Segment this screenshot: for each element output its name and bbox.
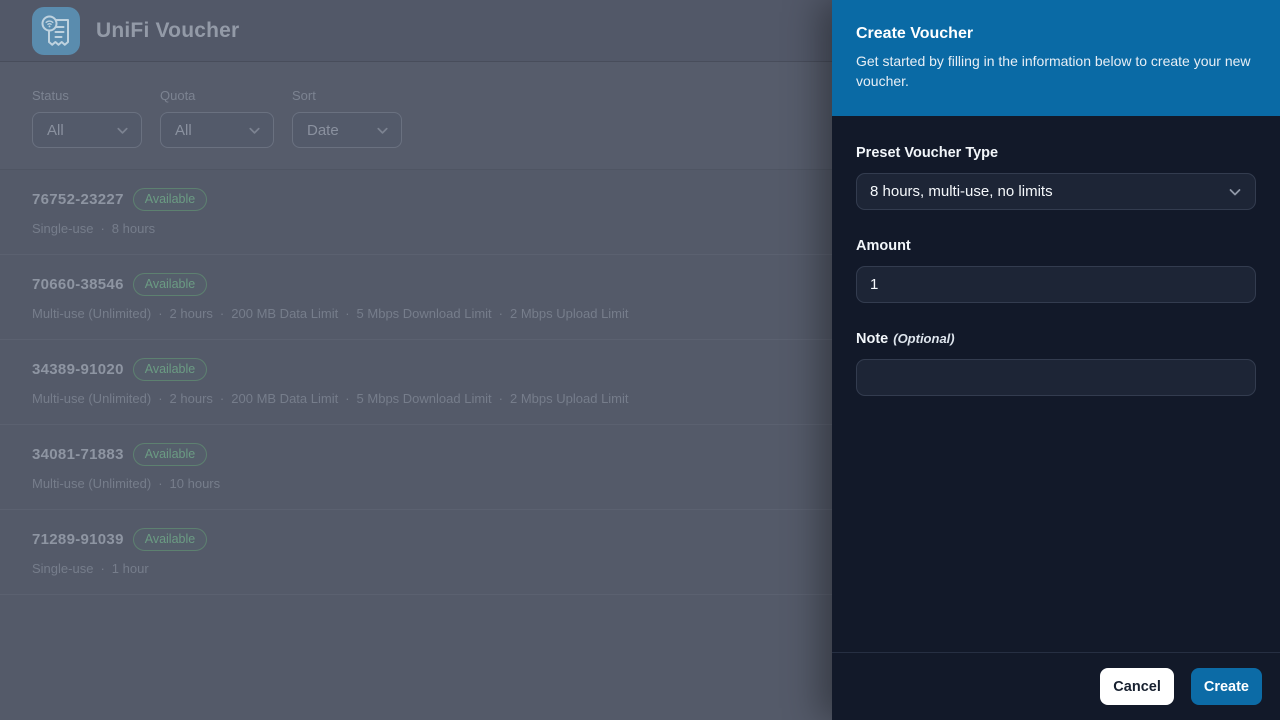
- chevron-down-icon: [1227, 184, 1243, 200]
- preset-voucher-type-select[interactable]: 8 hours, multi-use, no limits: [856, 173, 1256, 210]
- note-label: Note (Optional): [856, 331, 1256, 347]
- note-field: Note (Optional): [856, 331, 1256, 396]
- preset-field: Preset Voucher Type 8 hours, multi-use, …: [856, 145, 1256, 210]
- note-optional-tag: (Optional): [893, 331, 954, 346]
- amount-input[interactable]: [856, 266, 1256, 303]
- amount-field: Amount: [856, 238, 1256, 303]
- create-voucher-drawer: Create Voucher Get started by filling in…: [832, 0, 1280, 720]
- app-screen: UniFi Voucher Status All Quota All: [0, 0, 1280, 720]
- preset-label: Preset Voucher Type: [856, 145, 1256, 161]
- drawer-footer: Cancel Create: [832, 652, 1280, 720]
- note-label-text: Note: [856, 331, 888, 347]
- drawer-backdrop[interactable]: [0, 0, 832, 720]
- create-button[interactable]: Create: [1191, 668, 1262, 705]
- cancel-button[interactable]: Cancel: [1100, 668, 1174, 705]
- amount-label: Amount: [856, 238, 1256, 254]
- voucher-list-page: UniFi Voucher Status All Quota All: [0, 0, 832, 720]
- drawer-body: Preset Voucher Type 8 hours, multi-use, …: [832, 116, 1280, 652]
- drawer-header: Create Voucher Get started by filling in…: [832, 0, 1280, 116]
- note-input[interactable]: [856, 359, 1256, 396]
- drawer-subtitle: Get started by filling in the informatio…: [856, 51, 1251, 91]
- preset-selected-value: 8 hours, multi-use, no limits: [870, 183, 1053, 200]
- drawer-title: Create Voucher: [856, 25, 1256, 43]
